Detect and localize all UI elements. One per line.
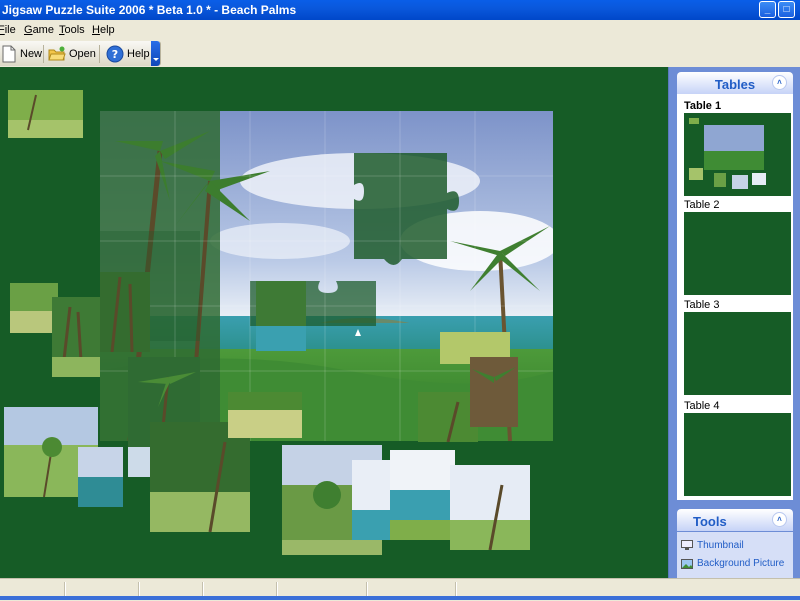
puzzle-piece[interactable] — [450, 465, 530, 550]
status-divider — [138, 582, 139, 596]
collapse-chevron-icon[interactable]: ˄ — [772, 512, 787, 527]
window-bottom-border — [0, 596, 800, 600]
menu-help[interactable]: Help — [92, 24, 115, 36]
toolbar-options-chevron[interactable] — [151, 41, 160, 66]
menu-tools[interactable]: Tools — [59, 24, 85, 36]
maximize-icon: □ — [783, 4, 790, 15]
status-divider — [455, 582, 456, 596]
puzzle-piece[interactable] — [256, 281, 306, 351]
puzzle-piece[interactable] — [390, 450, 455, 540]
puzzle-piece[interactable] — [52, 297, 100, 377]
open-button-label: Open — [69, 48, 96, 60]
help-button[interactable]: ? Help — [106, 44, 150, 64]
status-divider — [64, 582, 65, 596]
table-3-label[interactable]: Table 3 — [684, 299, 719, 311]
tool-thumbnail-label: Thumbnail — [697, 540, 744, 551]
status-divider — [202, 582, 203, 596]
task-pane: Tables ˄ Table 1 Table 2 Table 3 Table 4… — [668, 67, 800, 578]
tools-panel-body: Thumbnail Background Picture — [677, 532, 793, 578]
tools-panel-header[interactable]: Tools ˄ — [677, 509, 793, 531]
table-4-label[interactable]: Table 4 — [684, 400, 719, 412]
tool-background-picture[interactable]: Background Picture — [681, 558, 784, 569]
minimize-icon: _ — [764, 4, 771, 15]
status-divider — [276, 582, 277, 596]
help-question-icon: ? — [106, 45, 124, 63]
title-bar: Jigsaw Puzzle Suite 2006 * Beta 1.0 * - … — [0, 0, 800, 20]
svg-text:?: ? — [112, 48, 118, 61]
menu-bar: File Game Tools Help — [0, 20, 800, 40]
minimize-button[interactable]: _ — [759, 1, 776, 18]
new-button[interactable]: New — [1, 44, 42, 64]
puzzle-piece[interactable] — [10, 283, 58, 333]
table-2-thumbnail[interactable] — [684, 212, 791, 295]
new-document-icon — [2, 45, 16, 63]
puzzle-piece[interactable] — [150, 422, 250, 532]
toolbar-separator — [99, 45, 100, 63]
window-title: Jigsaw Puzzle Suite 2006 * Beta 1.0 * - … — [2, 3, 297, 17]
new-button-label: New — [20, 48, 43, 60]
puzzle-piece[interactable] — [78, 447, 123, 507]
tool-thumbnail[interactable]: Thumbnail — [681, 540, 744, 551]
tables-panel-body: Table 1 Table 2 Table 3 Table 4 — [677, 94, 793, 500]
puzzle-piece[interactable] — [418, 392, 478, 442]
puzzle-table[interactable] — [0, 67, 668, 578]
puzzle-piece[interactable] — [228, 392, 302, 438]
toolbar-separator — [43, 45, 44, 63]
table-1-label[interactable]: Table 1 — [684, 100, 721, 112]
table-1-thumbnail[interactable] — [684, 113, 791, 196]
status-divider — [366, 582, 367, 596]
maximize-button[interactable]: □ — [778, 1, 795, 18]
table-2-label[interactable]: Table 2 — [684, 199, 719, 211]
tables-panel-header[interactable]: Tables ˄ — [677, 72, 793, 94]
menu-game[interactable]: Game — [24, 24, 54, 36]
puzzle-piece[interactable] — [470, 357, 518, 427]
picture-icon — [681, 558, 693, 569]
monitor-icon — [681, 540, 693, 550]
tool-background-picture-label: Background Picture — [697, 558, 785, 569]
collapse-chevron-icon[interactable]: ˄ — [772, 75, 787, 90]
table-4-thumbnail[interactable] — [684, 413, 791, 496]
open-folder-icon — [48, 46, 66, 61]
toolbar: New Open ? Help — [0, 41, 800, 67]
menu-file[interactable]: File — [0, 24, 16, 36]
table-3-thumbnail[interactable] — [684, 312, 791, 395]
open-button[interactable]: Open — [48, 44, 96, 64]
help-button-label: Help — [127, 48, 150, 60]
puzzle-piece[interactable] — [100, 272, 150, 352]
toolbar-band: New Open ? Help — [0, 41, 161, 66]
table-1-preview — [689, 118, 766, 189]
puzzle-piece[interactable] — [8, 90, 83, 138]
